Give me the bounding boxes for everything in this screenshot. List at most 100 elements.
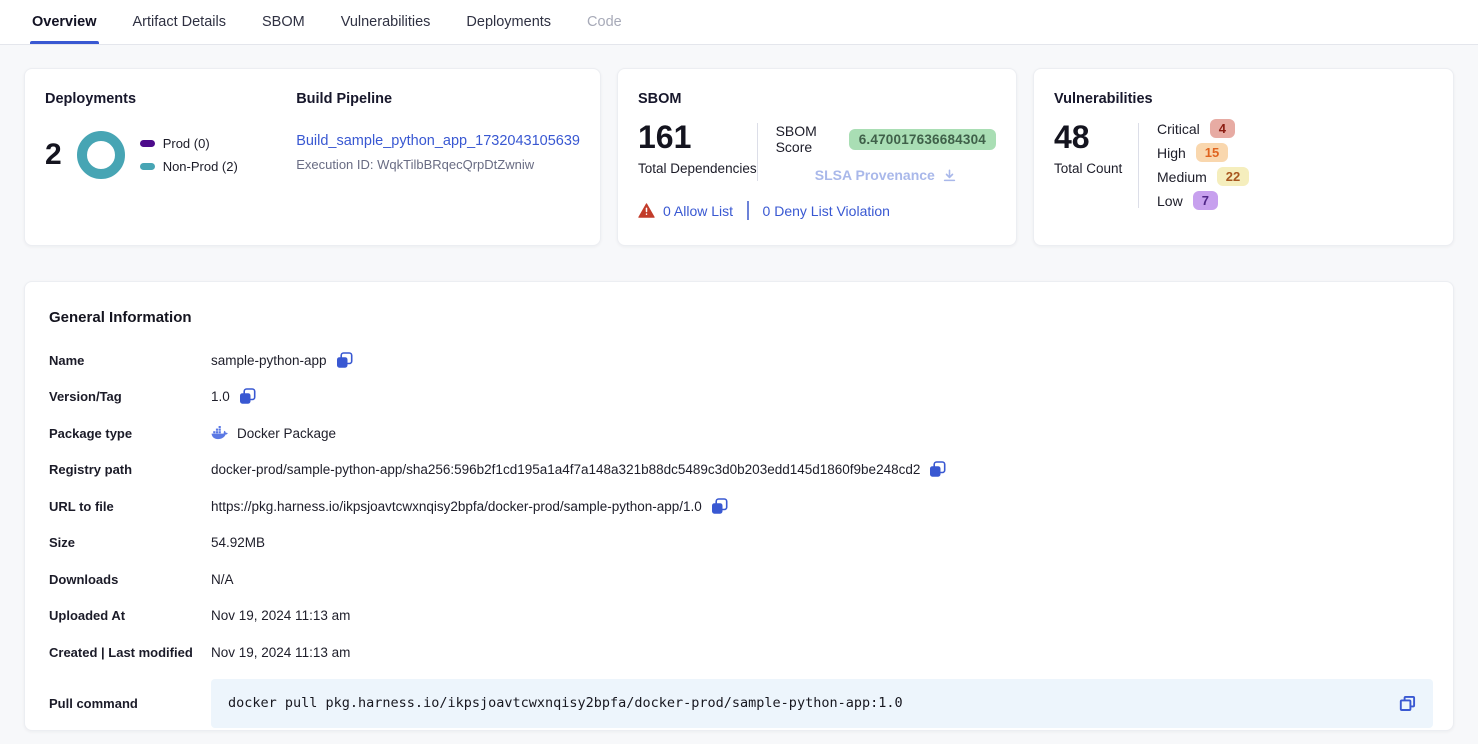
legend-nonprod-label: Non-Prod (2) (163, 159, 238, 174)
registry-path-label: Registry path (46, 462, 211, 477)
pipeline-link[interactable]: Build_sample_python_app_1732043105639 (296, 133, 580, 149)
copy-registry-path-button[interactable] (929, 461, 946, 478)
row-package-type: Package type Docker Package (46, 415, 1433, 452)
vulnerabilities-divider (1138, 123, 1139, 208)
size-label: Size (46, 535, 211, 550)
summary-cards-row: Deployments 2 Prod (0) Non-Prod (2) Buil… (24, 68, 1454, 246)
low-label: Low (1157, 193, 1183, 209)
vulnerabilities-title: Vulnerabilities (1054, 91, 1433, 107)
deployments-total: 2 (45, 140, 62, 170)
row-url: URL to file https://pkg.harness.io/ikpsj… (46, 488, 1433, 525)
list-links-divider (747, 201, 749, 220)
legend-item-nonprod: Non-Prod (2) (140, 159, 238, 174)
created-modified-label: Created | Last modified (46, 645, 211, 660)
severity-row-medium: Medium 22 (1157, 167, 1433, 186)
url-label: URL to file (46, 499, 211, 514)
sbom-score-badge: 6.470017636684304 (849, 129, 996, 150)
medium-count-badge: 22 (1217, 167, 1249, 186)
allow-list-link[interactable]: 0 Allow List (663, 203, 733, 219)
package-type-label: Package type (46, 426, 211, 441)
build-pipeline-title: Build Pipeline (296, 91, 580, 107)
general-information-card: General Information Name sample-python-a… (24, 281, 1454, 731)
high-count-badge: 15 (1196, 143, 1228, 162)
vulnerabilities-total-count: 48 (1054, 121, 1138, 153)
slsa-provenance-label: SLSA Provenance (815, 167, 935, 183)
deployments-title: Deployments (45, 91, 276, 107)
tab-bar: Overview Artifact Details SBOM Vulnerabi… (0, 0, 1478, 45)
critical-count-badge: 4 (1210, 119, 1235, 138)
name-label: Name (46, 353, 211, 368)
severity-row-low: Low 7 (1157, 191, 1433, 210)
tab-code: Code (587, 0, 622, 44)
tab-artifact-details[interactable]: Artifact Details (133, 0, 226, 44)
url-value: https://pkg.harness.io/ikpsjoavtcwxnqisy… (211, 499, 702, 514)
general-information-rows: Name sample-python-app Version/Tag 1.0 (46, 342, 1433, 728)
vulnerabilities-card: Vulnerabilities 48 Total Count Critical … (1033, 68, 1454, 246)
row-name: Name sample-python-app (46, 342, 1433, 379)
legend-prod-label: Prod (0) (163, 136, 210, 151)
row-version: Version/Tag 1.0 (46, 379, 1433, 416)
legend-item-prod: Prod (0) (140, 136, 238, 151)
warning-triangle-icon (638, 203, 655, 218)
tab-sbom[interactable]: SBOM (262, 0, 305, 44)
execution-id-text: Execution ID: WqkTilbBRqecQrpDtZwniw (296, 157, 580, 172)
uploaded-at-label: Uploaded At (46, 608, 211, 623)
row-size: Size 54.92MB (46, 525, 1433, 562)
copy-version-button[interactable] (239, 388, 256, 405)
deployments-section: Deployments 2 Prod (0) Non-Prod (2) (45, 91, 276, 223)
row-pull-command: Pull command docker pull pkg.harness.io/… (46, 679, 1433, 728)
copy-icon (336, 352, 353, 369)
created-modified-value: Nov 19, 2024 11:13 am (211, 645, 350, 660)
downloads-label: Downloads (46, 572, 211, 587)
downloads-value: N/A (211, 572, 234, 587)
sbom-divider (757, 123, 758, 181)
registry-path-value: docker-prod/sample-python-app/sha256:596… (211, 462, 920, 477)
low-count-badge: 7 (1193, 191, 1218, 210)
severity-row-high: High 15 (1157, 143, 1433, 162)
nonprod-swatch-icon (140, 163, 155, 170)
critical-label: Critical (1157, 121, 1200, 137)
copy-name-button[interactable] (336, 352, 353, 369)
package-type-value: Docker Package (237, 426, 336, 441)
vulnerabilities-total-label: Total Count (1054, 161, 1138, 176)
deny-list-violation-link[interactable]: 0 Deny List Violation (763, 203, 890, 219)
tab-deployments[interactable]: Deployments (466, 0, 551, 44)
deployments-legend: Prod (0) Non-Prod (2) (140, 136, 238, 174)
copy-icon (711, 498, 728, 515)
sbom-card: SBOM 161 Total Dependencies SBOM Score 6… (617, 68, 1017, 246)
copy-outline-icon (1398, 694, 1417, 713)
row-downloads: Downloads N/A (46, 561, 1433, 598)
copy-url-button[interactable] (711, 498, 728, 515)
row-uploaded-at: Uploaded At Nov 19, 2024 11:13 am (46, 598, 1433, 635)
download-icon (942, 168, 957, 183)
docker-icon (211, 426, 228, 440)
severity-row-critical: Critical 4 (1157, 119, 1433, 138)
deployments-card: Deployments 2 Prod (0) Non-Prod (2) Buil… (24, 68, 601, 246)
tab-overview[interactable]: Overview (32, 0, 97, 44)
row-registry-path: Registry path docker-prod/sample-python-… (46, 452, 1433, 489)
sbom-title: SBOM (638, 91, 996, 107)
general-information-title: General Information (49, 309, 1433, 326)
uploaded-at-value: Nov 19, 2024 11:13 am (211, 608, 350, 623)
pull-command-label: Pull command (46, 696, 211, 711)
sbom-total-label: Total Dependencies (638, 161, 757, 176)
name-value: sample-python-app (211, 353, 327, 368)
tab-vulnerabilities[interactable]: Vulnerabilities (341, 0, 431, 44)
version-value: 1.0 (211, 389, 230, 404)
copy-pull-command-button[interactable] (1398, 694, 1417, 713)
medium-label: Medium (1157, 169, 1207, 185)
pull-command-value: docker pull pkg.harness.io/ikpsjoavtcwxn… (228, 695, 903, 711)
prod-swatch-icon (140, 140, 155, 147)
version-label: Version/Tag (46, 389, 211, 404)
build-pipeline-section: Build Pipeline Build_sample_python_app_1… (276, 91, 580, 223)
slsa-provenance-link[interactable]: SLSA Provenance (776, 167, 996, 183)
severity-list: Critical 4 High 15 Medium 22 Low 7 (1157, 119, 1433, 210)
size-value: 54.92MB (211, 535, 265, 550)
pull-command-box: docker pull pkg.harness.io/ikpsjoavtcwxn… (211, 679, 1433, 728)
copy-icon (239, 388, 256, 405)
deployments-donut-chart (77, 131, 125, 179)
sbom-score-label: SBOM Score (776, 123, 839, 155)
sbom-total-dependencies: 161 (638, 121, 757, 153)
row-created-modified: Created | Last modified Nov 19, 2024 11:… (46, 634, 1433, 671)
copy-icon (929, 461, 946, 478)
